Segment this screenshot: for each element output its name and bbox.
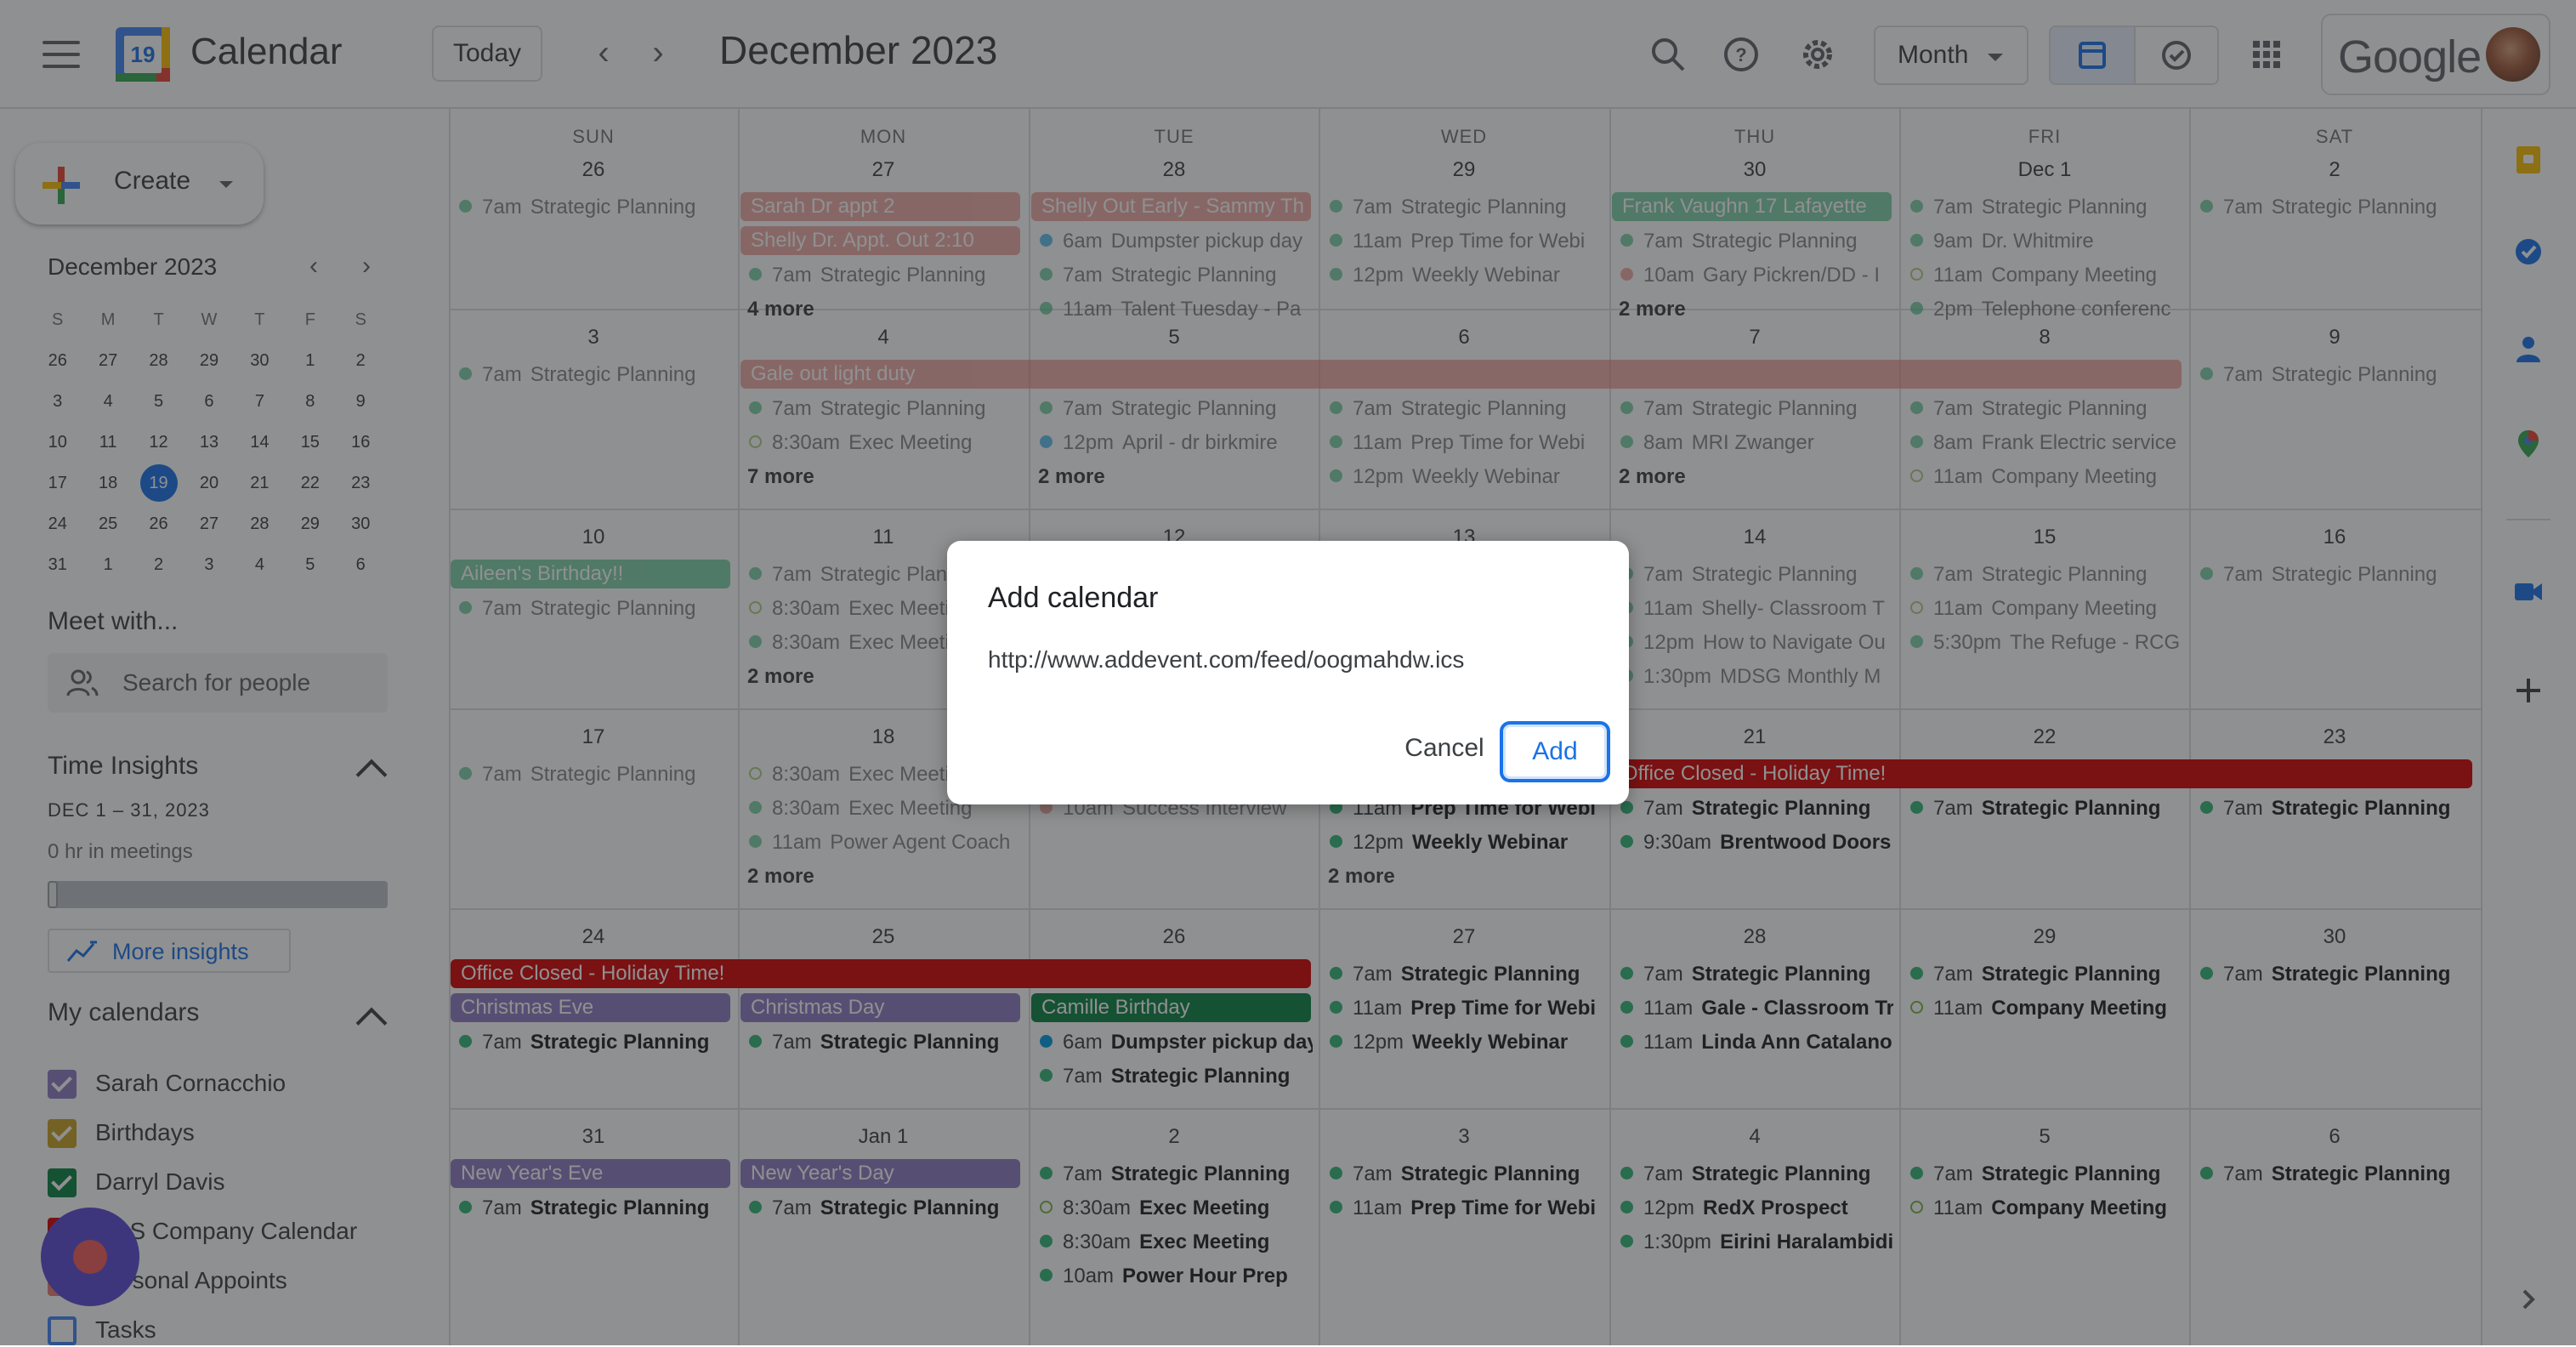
add-calendar-dialog: Add calendar http://www.addevent.com/fee… [947, 541, 1629, 804]
add-button[interactable]: Add [1500, 721, 1610, 782]
calendar-url-text: http://www.addevent.com/feed/oogmahdw.ic… [988, 646, 1465, 673]
dialog-title: Add calendar [988, 582, 1159, 614]
calendar-app: 19 Calendar Today ‹ › December 2023 ? Mo… [0, 0, 2576, 1345]
cancel-button[interactable]: Cancel [1391, 721, 1498, 776]
